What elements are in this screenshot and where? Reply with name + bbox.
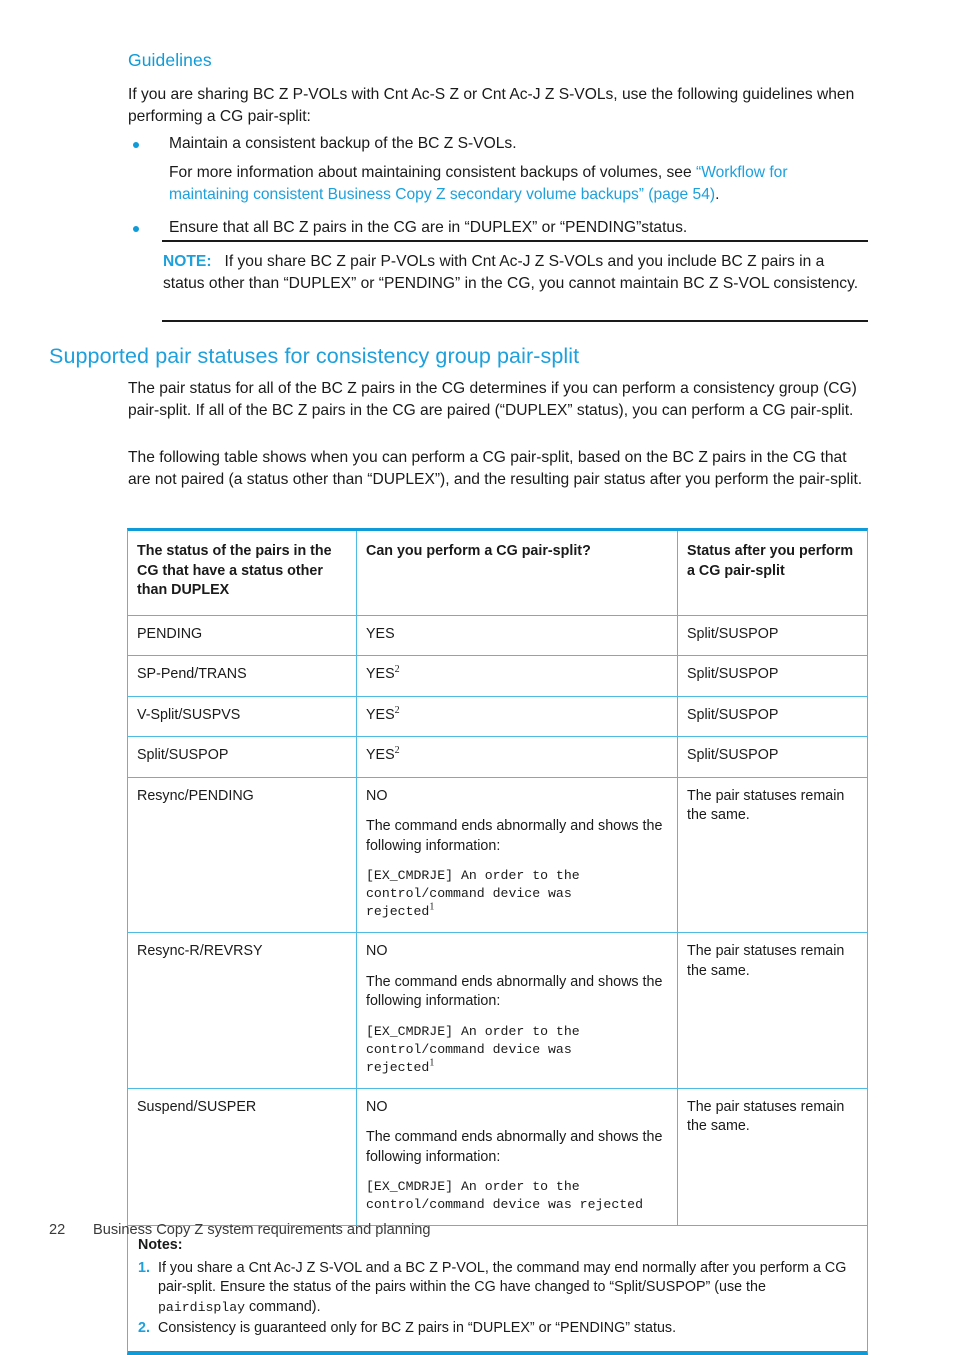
bullet-marker-2 [133, 226, 139, 232]
cell-status-after: Split/SUSPOP [677, 615, 867, 656]
footnote-marker[interactable]: 1 [429, 902, 434, 913]
table-notes-cell: Notes: 1. If you share a Cnt Ac-J Z S-VOL … [128, 1226, 867, 1351]
note-text-continued: command). [245, 1298, 321, 1315]
cell-can-perform: NO The command ends abnormally and shows … [356, 932, 678, 1089]
footnote-marker[interactable]: 2 [395, 664, 400, 675]
note-text: If you share BC Z pair P-VOLs with Cnt A… [163, 253, 859, 292]
table-header-cell-result: Status after you perform a CG pair-split [677, 531, 867, 616]
table-row: V-Split/SUSPVS YES2 Split/SUSPOP [128, 696, 867, 737]
cell-pair-status: Suspend/SUSPER [128, 1088, 357, 1226]
cell-can-perform: YES2 [356, 696, 678, 737]
cell-status-after: Split/SUSPOP [677, 736, 867, 778]
answer-text: NO [366, 943, 388, 959]
cell-can-perform: NO The command ends abnormally and shows … [356, 1088, 678, 1226]
document-page: Guidelines If you are sharing BC Z P-VOL… [0, 0, 954, 1355]
note-top-rule [162, 240, 868, 242]
answer-detail-text: The command ends abnormally and shows th… [366, 973, 663, 1010]
guidelines-bullet-1: Maintain a consistent backup of the BC Z… [169, 135, 517, 152]
note-number: 1. [138, 1259, 150, 1276]
note-text: Consistency is guaranteed only for BC Z … [158, 1320, 677, 1336]
table-row: Split/SUSPOP YES2 Split/SUSPOP [128, 736, 867, 778]
table-row: Resync-R/REVRSY NO The command ends abnorm… [128, 932, 867, 1089]
cell-status-after: The pair statuses remain the same. [677, 1088, 867, 1226]
table-header-cell-can-perform: Can you perform a CG pair-split? [356, 531, 678, 616]
guidelines-heading: Guidelines [128, 50, 212, 70]
footer-page-number: 22 [49, 1222, 66, 1238]
section-paragraph-2: The following table shows when you can p… [128, 449, 863, 488]
answer-text: NO [366, 787, 388, 804]
page-footer: 22 Business Copy Z system requirements an… [49, 1222, 430, 1238]
guidelines-bullet-1-subtext: For more information about maintaining c… [169, 162, 869, 205]
footer-chapter-title: Business Copy Z system requirements and … [93, 1222, 431, 1238]
xref-trailing-period: . [715, 185, 720, 203]
cell-pair-status: V-Split/SUSPVS [128, 696, 357, 737]
footnote-marker[interactable]: 1 [429, 1057, 434, 1068]
cell-can-perform: YES2 [356, 655, 678, 697]
cell-pair-status: Resync/PENDING [128, 777, 357, 933]
answer-text: NO [366, 1098, 388, 1115]
error-message-code-block: [EX_CMDRJE] An order to the control/comm… [366, 868, 580, 919]
cell-status-after: Split/SUSPOP [677, 696, 867, 737]
cell-can-perform: NO The command ends abnormally and shows … [356, 777, 678, 933]
table-row: SP-Pend/TRANS YES2 Split/SUSPOP [128, 655, 867, 697]
footnote-marker[interactable]: 2 [395, 745, 400, 756]
table-notes-row: Notes: 1. If you share a Cnt Ac-J Z S-VOL … [128, 1226, 867, 1351]
cell-pair-status: Split/SUSPOP [128, 736, 357, 778]
answer-text: YES [366, 625, 395, 642]
cell-pair-status: PENDING [128, 615, 357, 656]
table-header-cell-status: The status of the pairs in the CG that h… [128, 531, 357, 616]
cell-can-perform: YES2 [356, 736, 678, 778]
table-header-row: The status of the pairs in the CG that h… [128, 531, 867, 616]
cell-can-perform: YES [356, 615, 678, 656]
guidelines-intro-paragraph: If you are sharing BC Z P-VOLs with Cnt … [128, 86, 855, 125]
cell-pair-status: Resync-R/REVRSY [128, 932, 357, 1089]
error-message-code-block: [EX_CMDRJE] An order to the control/comm… [366, 1179, 643, 1212]
note-admonition: NOTE: If you share BC Z pair P-VOLs with… [163, 251, 869, 294]
note-command-name: pairdisplay [158, 1299, 246, 1315]
answer-detail-text: The command ends abnormally and shows th… [366, 1129, 663, 1165]
answer-detail-text: The command ends abnormally and shows th… [366, 818, 663, 854]
cell-pair-status: SP-Pend/TRANS [128, 655, 357, 697]
table-row: Resync/PENDING NO The command ends abnorma… [128, 777, 867, 933]
footnote-marker[interactable]: 2 [395, 705, 400, 716]
xref-lead-in: For more information about maintaining c… [169, 164, 696, 181]
note-label: NOTE: [163, 253, 212, 270]
section-paragraph-1: The pair status for all of the BC Z pair… [128, 380, 857, 419]
note-number: 2. [138, 1320, 150, 1336]
table-note-item: 2. Consistency is guaranteed only for BC … [138, 1319, 855, 1339]
section-heading: Supported pair statuses for consistency … [49, 344, 580, 368]
answer-text: YES2 [366, 745, 400, 763]
answer-text: YES2 [366, 664, 400, 682]
table-note-item: 1. If you share a Cnt Ac-J Z S-VOL and a … [138, 1259, 855, 1318]
note-text: If you share a Cnt Ac-J Z S-VOL and a BC… [158, 1259, 847, 1296]
cell-status-after: The pair statuses remain the same. [677, 932, 867, 1089]
guidelines-bullet-2: Ensure that all BC Z pairs in the CG are… [169, 219, 688, 236]
note-bottom-rule [162, 320, 868, 322]
notes-title: Notes: [138, 1237, 183, 1253]
cell-status-after: The pair statuses remain the same. [677, 777, 867, 933]
answer-text: YES2 [366, 704, 400, 723]
bullet-marker-1 [133, 142, 139, 148]
table-row: Suspend/SUSPER NO The command ends abnorma… [128, 1088, 867, 1226]
error-message-code-block: [EX_CMDRJE] An order to the control/comm… [366, 1023, 580, 1075]
table-row: PENDING YES Split/SUSPOP [128, 615, 867, 656]
cell-status-after: Split/SUSPOP [677, 655, 867, 697]
